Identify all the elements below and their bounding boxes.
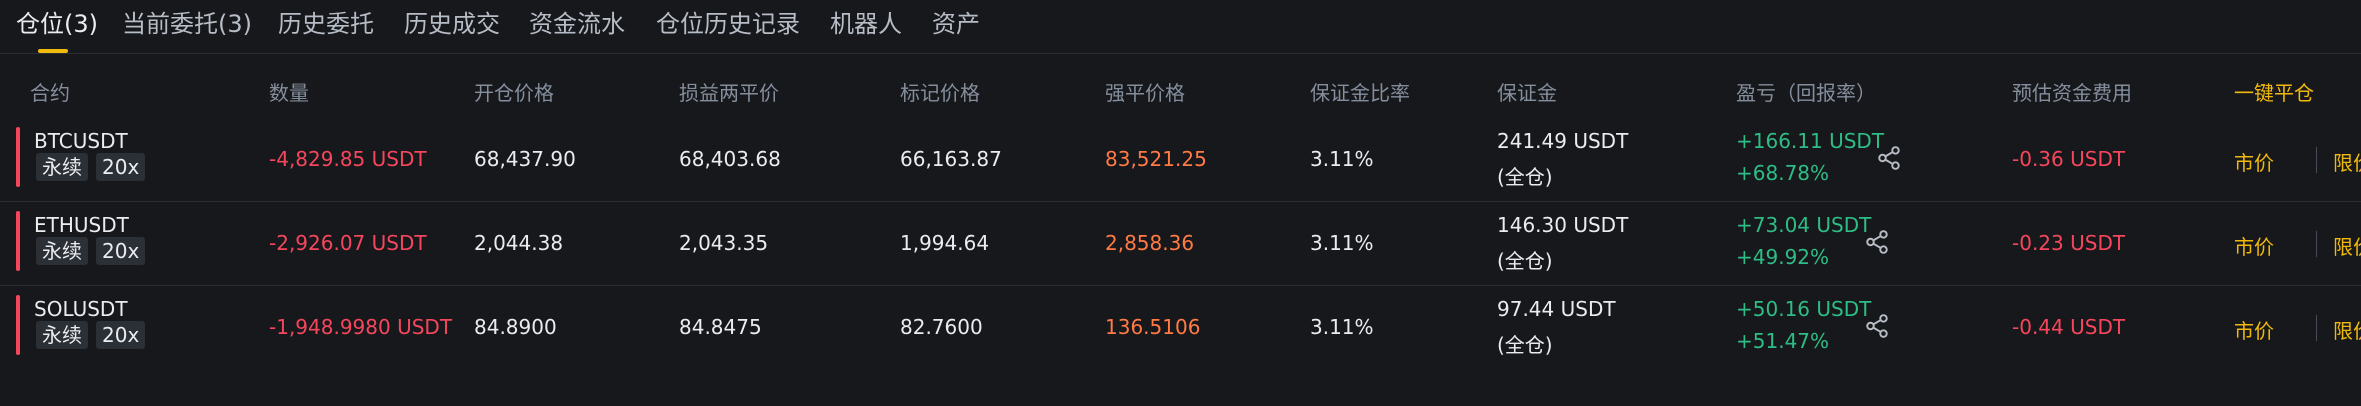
- limit-close-button[interactable]: 限价: [2333, 315, 2361, 344]
- breakeven-price: 68,403.68: [679, 147, 781, 171]
- header-margin: 保证金: [1497, 81, 1557, 105]
- header-est-funding: 预估资金费用: [2012, 81, 2132, 105]
- mark-price: 66,163.87: [900, 147, 1002, 171]
- return-rate: +51.47%: [1736, 329, 1830, 353]
- share-icon[interactable]: [1876, 145, 1902, 171]
- margin-amount[interactable]: 97.44 USDT: [1497, 297, 1616, 321]
- position-quantity: -2,926.07 USDT: [269, 231, 427, 255]
- est-funding-fee: -0.23 USDT: [2012, 231, 2126, 255]
- header-breakeven-price: 损益两平价: [679, 81, 779, 105]
- mark-price: 82.7600: [900, 315, 983, 339]
- contract-symbol[interactable]: ETHUSDT: [34, 213, 129, 237]
- leverage-badge[interactable]: 20x: [96, 237, 146, 265]
- position-tabs: 仓位(3) 当前委托(3) 历史委托 历史成交 资金流水 仓位历史记录 机器人 …: [0, 0, 2361, 54]
- est-funding-fee: -0.36 USDT: [2012, 147, 2126, 171]
- contract-symbol[interactable]: SOLUSDT: [34, 297, 128, 321]
- breakeven-price: 84.8475: [679, 315, 762, 339]
- header-contract: 合约: [30, 81, 70, 105]
- table-row: ETHUSDT 永续 20x -2,926.07 USDT 2,044.38 2…: [0, 201, 2361, 286]
- market-close-button[interactable]: 市价: [2234, 231, 2274, 260]
- tab-open-orders[interactable]: 当前委托(3): [122, 4, 252, 39]
- limit-close-button[interactable]: 限价: [2333, 147, 2361, 176]
- action-divider: [2316, 231, 2317, 257]
- liq-price: 136.5106: [1105, 315, 1201, 339]
- est-funding-fee: -0.44 USDT: [2012, 315, 2126, 339]
- margin-ratio: 3.11%: [1310, 231, 1374, 255]
- short-side-indicator: [16, 295, 20, 355]
- mark-price: 1,994.64: [900, 231, 990, 255]
- close-all-button[interactable]: 一键平仓: [2234, 77, 2314, 106]
- margin-mode: (全仓): [1497, 165, 1553, 189]
- header-liq-price: 强平价格: [1105, 81, 1185, 105]
- contract-type-badge: 永续: [36, 237, 88, 265]
- table-row: BTCUSDT 永续 20x -4,829.85 USDT 68,437.90 …: [0, 117, 2361, 202]
- tab-positions[interactable]: 仓位(3): [16, 4, 98, 39]
- contract-symbol[interactable]: BTCUSDT: [34, 129, 128, 153]
- margin-amount[interactable]: 241.49 USDT: [1497, 129, 1628, 153]
- short-side-indicator: [16, 211, 20, 271]
- unrealized-pnl: +166.11 USDT: [1736, 129, 1885, 153]
- margin-mode: (全仓): [1497, 333, 1553, 357]
- contract-type-badge: 永续: [36, 321, 88, 349]
- header-quantity: 数量: [269, 81, 309, 105]
- header-pnl: 盈亏（回报率）: [1736, 81, 1876, 105]
- header-entry-price: 开仓价格: [474, 81, 554, 105]
- margin-ratio: 3.11%: [1310, 147, 1374, 171]
- header-margin-ratio: 保证金比率: [1310, 81, 1410, 105]
- active-tab-indicator: [38, 49, 68, 53]
- limit-close-button[interactable]: 限价: [2333, 231, 2361, 260]
- return-rate: +68.78%: [1736, 161, 1830, 185]
- margin-amount[interactable]: 146.30 USDT: [1497, 213, 1628, 237]
- action-divider: [2316, 315, 2317, 341]
- return-rate: +49.92%: [1736, 245, 1830, 269]
- share-icon[interactable]: [1864, 313, 1890, 339]
- entry-price: 68,437.90: [474, 147, 576, 171]
- table-row: SOLUSDT 永续 20x -1,948.9980 USDT 84.8900 …: [0, 285, 2361, 369]
- liq-price: 83,521.25: [1105, 147, 1207, 171]
- position-quantity: -4,829.85 USDT: [269, 147, 427, 171]
- entry-price: 2,044.38: [474, 231, 564, 255]
- position-quantity: -1,948.9980 USDT: [269, 315, 453, 339]
- action-divider: [2316, 147, 2317, 173]
- tab-order-history[interactable]: 历史委托: [278, 4, 374, 39]
- contract-type-badge: 永续: [36, 153, 88, 181]
- market-close-button[interactable]: 市价: [2234, 147, 2274, 176]
- leverage-badge[interactable]: 20x: [96, 153, 146, 181]
- tab-bots[interactable]: 机器人: [830, 4, 902, 39]
- liq-price: 2,858.36: [1105, 231, 1195, 255]
- share-icon[interactable]: [1864, 229, 1890, 255]
- tab-assets[interactable]: 资产: [932, 4, 980, 39]
- tab-position-history[interactable]: 仓位历史记录: [656, 4, 800, 39]
- market-close-button[interactable]: 市价: [2234, 315, 2274, 344]
- tab-trade-history[interactable]: 历史成交: [404, 4, 500, 39]
- tab-fund-flow[interactable]: 资金流水: [529, 4, 625, 39]
- unrealized-pnl: +50.16 USDT: [1736, 297, 1872, 321]
- header-mark-price: 标记价格: [900, 81, 980, 105]
- margin-mode: (全仓): [1497, 249, 1553, 273]
- margin-ratio: 3.11%: [1310, 315, 1374, 339]
- entry-price: 84.8900: [474, 315, 557, 339]
- unrealized-pnl: +73.04 USDT: [1736, 213, 1872, 237]
- short-side-indicator: [16, 127, 20, 187]
- breakeven-price: 2,043.35: [679, 231, 769, 255]
- leverage-badge[interactable]: 20x: [96, 321, 146, 349]
